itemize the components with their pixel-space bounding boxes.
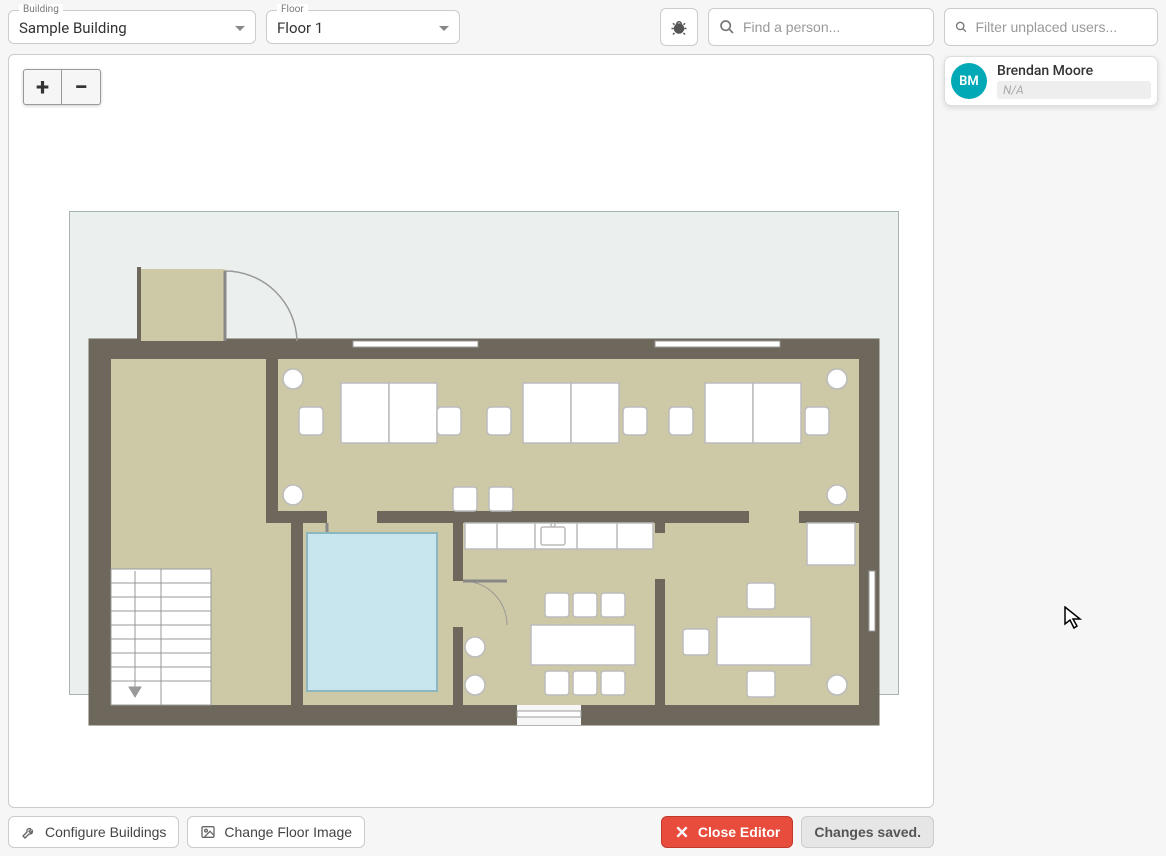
user-name: Brendan Moore: [997, 63, 1151, 79]
configure-buildings-button[interactable]: Configure Buildings: [8, 816, 179, 848]
close-editor-label: Close Editor: [698, 824, 780, 840]
cursor-icon: [1064, 606, 1084, 630]
avatar: BM: [951, 63, 987, 99]
top-toolbar: Building Sample Building Floor Floor 1: [8, 8, 934, 46]
person-search[interactable]: [708, 8, 934, 46]
user-meta: N/A: [997, 81, 1151, 99]
floor-label: Floor: [277, 4, 308, 15]
floorplan-image: [69, 211, 899, 751]
change-floor-image-label: Change Floor Image: [224, 824, 352, 840]
unplaced-user-card[interactable]: BM Brendan Moore N/A: [944, 56, 1158, 106]
zoom-controls: + −: [23, 69, 101, 105]
bug-icon: [670, 18, 688, 36]
user-info: Brendan Moore N/A: [997, 63, 1151, 99]
search-icon: [955, 20, 968, 34]
zoom-out-button[interactable]: −: [62, 70, 100, 104]
save-status-label: Changes saved.: [814, 824, 921, 840]
building-label: Building: [19, 4, 63, 15]
app-root: Building Sample Building Floor Floor 1 +: [0, 0, 1166, 856]
sidebar: BM Brendan Moore N/A: [944, 8, 1158, 848]
caret-down-icon: [439, 26, 449, 31]
debug-button[interactable]: [660, 8, 698, 46]
zoom-in-button[interactable]: +: [24, 70, 62, 104]
unplaced-filter[interactable]: [944, 8, 1158, 46]
save-status-button[interactable]: Changes saved.: [801, 816, 934, 848]
unplaced-filter-input[interactable]: [976, 19, 1148, 35]
building-select[interactable]: Building Sample Building: [8, 10, 256, 44]
floor-value: Floor 1: [277, 19, 439, 37]
wrench-icon: [21, 824, 37, 840]
floor-select[interactable]: Floor Floor 1: [266, 10, 460, 44]
main-column: Building Sample Building Floor Floor 1 +: [8, 8, 934, 848]
bottom-toolbar: Configure Buildings Change Floor Image C…: [8, 816, 934, 848]
search-icon: [719, 19, 735, 35]
building-value: Sample Building: [19, 19, 235, 37]
configure-buildings-label: Configure Buildings: [45, 824, 166, 840]
change-floor-image-button[interactable]: Change Floor Image: [187, 816, 365, 848]
image-icon: [200, 824, 216, 840]
floorplan-canvas[interactable]: + −: [8, 54, 934, 808]
person-search-input[interactable]: [743, 19, 923, 35]
caret-down-icon: [235, 26, 245, 31]
avatar-initials: BM: [959, 74, 979, 89]
close-editor-button[interactable]: Close Editor: [661, 816, 793, 848]
close-icon: [674, 824, 690, 840]
